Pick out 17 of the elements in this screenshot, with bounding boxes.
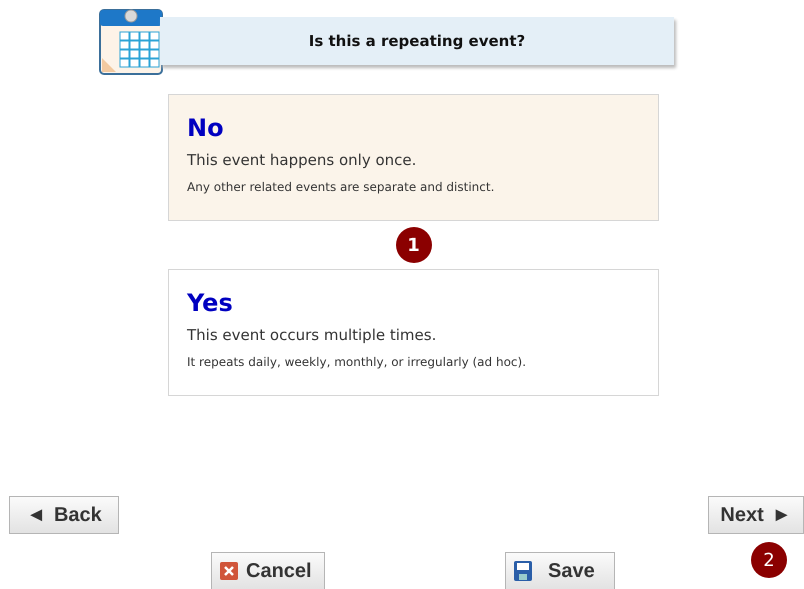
step-badge: 2 (751, 542, 787, 578)
option-description: This event occurs multiple times. (187, 325, 438, 346)
close-icon (220, 562, 238, 580)
option-card[interactable]: Yes This event occurs multiple times. It repeats daily, weekly, monthly, or irregularly (ad hoc). (168, 269, 659, 396)
option-note: It repeats daily, weekly, monthly, or irregularly (ad hoc). (187, 354, 528, 370)
option-description: This event happens only once. (187, 150, 418, 171)
save-button[interactable]: Save (505, 552, 615, 589)
option-card[interactable]: No This event happens only once. Any other related events are separate and distinct. (168, 94, 659, 221)
option-title: No (187, 113, 225, 143)
calendar-icon (98, 6, 164, 76)
header-title: Is this a repeating event? (308, 30, 526, 52)
next-button[interactable]: Next ► (708, 496, 804, 534)
option-note: Any other related events are separate and distinct. (187, 178, 496, 196)
step-badge: 1 (396, 227, 432, 263)
cancel-button[interactable]: Cancel (211, 552, 325, 589)
back-button[interactable]: ◄ Back (9, 496, 119, 534)
option-title: Yes (187, 288, 234, 318)
